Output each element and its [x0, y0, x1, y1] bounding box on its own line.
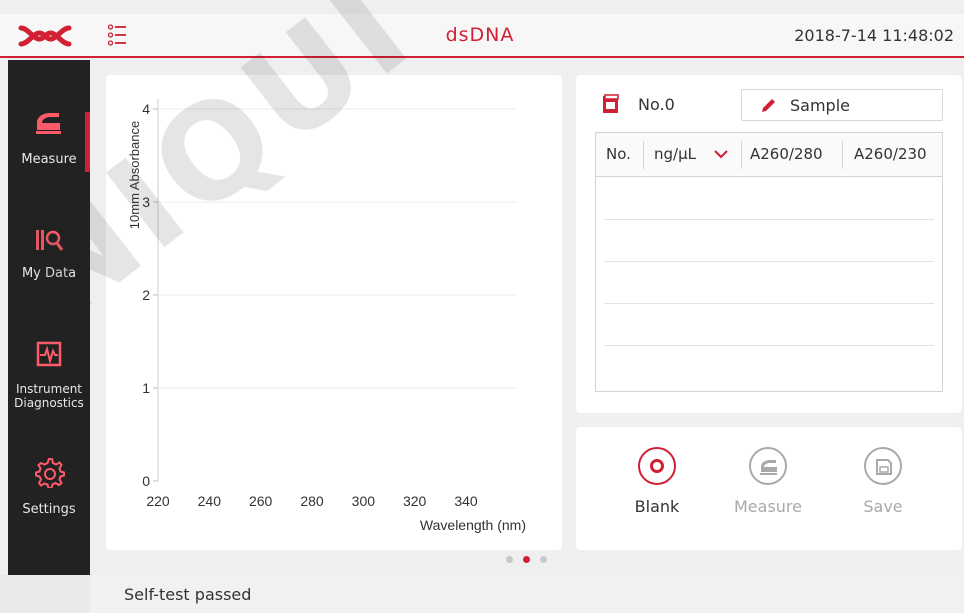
measure-button[interactable]: Measure: [723, 447, 813, 516]
column-divider: [643, 141, 644, 169]
x-tick-label: 260: [249, 493, 273, 509]
cuvette-icon: [603, 94, 619, 113]
x-tick-label: 320: [403, 493, 427, 509]
x-tick-label: 220: [146, 493, 170, 509]
x-axis-label: Wavelength (nm): [420, 517, 526, 533]
column-header-a260-230: A260/230: [854, 145, 927, 163]
page-dot[interactable]: [506, 556, 513, 563]
column-divider: [842, 141, 843, 169]
action-panel: Blank Measure Save: [576, 427, 962, 550]
sidebar-item-label: Instrument Diagnostics: [14, 382, 84, 410]
logo-icon: [18, 25, 72, 47]
table-row: [604, 219, 934, 220]
measure-icon: [36, 113, 61, 134]
status-message: Self-test passed: [124, 585, 252, 604]
x-tick-label: 280: [300, 493, 324, 509]
spectrum-chart-panel: 0 1 2 3 4 220 240 260 280 300 320 340 10mm Absorban…: [106, 75, 562, 550]
brand-logo: [0, 14, 90, 58]
y-tick-label: 0: [142, 473, 150, 489]
pencil-icon: [762, 99, 775, 112]
status-corner: [0, 575, 90, 613]
status-bar: Self-test passed: [0, 575, 964, 613]
header-bar: dsDNA 2018-7-14 11:48:02: [0, 14, 964, 58]
column-header-concentration[interactable]: ng/µL: [654, 145, 696, 163]
blank-label: Blank: [634, 497, 680, 516]
measure-label: Measure: [734, 497, 802, 516]
column-header-no: No.: [606, 145, 631, 163]
sample-number: No.0: [638, 95, 675, 114]
spectrum-chart: 0 1 2 3 4 220 240 260 280 300 320 340 10mm Absorban…: [127, 99, 526, 533]
results-table: No. ng/µL A260/280 A260/230: [595, 132, 943, 392]
sidebar-item-my-data[interactable]: My Data: [8, 226, 90, 281]
sample-name-button[interactable]: Sample: [741, 89, 943, 121]
gear-icon: [35, 458, 65, 489]
column-divider: [741, 141, 742, 169]
menu-list-icon: [107, 24, 126, 46]
chevron-down-icon[interactable]: [714, 149, 728, 159]
table-row: [604, 345, 934, 346]
blank-button[interactable]: Blank: [612, 447, 702, 516]
save-button[interactable]: Save: [838, 447, 928, 516]
y-axis-label: 10mm Absorbance: [127, 121, 142, 229]
sidebar-item-label: My Data: [21, 266, 77, 281]
datetime-display: 2018-7-14 11:48:02: [794, 26, 954, 45]
page-dot[interactable]: [540, 556, 547, 563]
page-indicator: [506, 556, 566, 566]
save-icon: [864, 447, 902, 485]
top-strip: [0, 0, 170, 14]
menu-button[interactable]: [107, 24, 134, 48]
y-tick-label: 4: [142, 101, 150, 117]
sidebar: Measure My Data Instrument Diagnostics S…: [8, 60, 90, 575]
diagnostics-icon: [36, 341, 62, 367]
app-screen: dsDNA 2018-7-14 11:48:02 Measure My Data: [0, 0, 964, 613]
column-header-a260-280: A260/280: [750, 145, 823, 163]
sidebar-item-label: Settings: [22, 502, 76, 517]
page-title: dsDNA: [445, 24, 515, 46]
x-tick-label: 340: [454, 493, 478, 509]
sidebar-item-measure[interactable]: Measure: [8, 110, 90, 167]
page-dot-active[interactable]: [523, 556, 530, 563]
sample-button-label: Sample: [790, 96, 850, 115]
table-row: [604, 261, 934, 262]
sidebar-item-label: Measure: [21, 152, 77, 167]
my-data-icon: [36, 230, 64, 251]
x-tick-label: 240: [198, 493, 222, 509]
sidebar-item-settings[interactable]: Settings: [8, 456, 90, 517]
x-tick-label: 300: [352, 493, 376, 509]
sidebar-item-diagnostics[interactable]: Instrument Diagnostics: [8, 340, 90, 410]
measure-action-icon: [749, 447, 787, 485]
blank-icon: [638, 447, 676, 485]
y-tick-label: 1: [142, 380, 150, 396]
results-panel: No.0 Sample No. ng/µL A260/280 A260/230: [576, 75, 962, 413]
save-label: Save: [863, 497, 903, 516]
y-tick-label: 3: [142, 194, 150, 210]
y-tick-label: 2: [142, 287, 150, 303]
table-row: [604, 303, 934, 304]
table-header: No. ng/µL A260/280 A260/230: [596, 133, 942, 177]
